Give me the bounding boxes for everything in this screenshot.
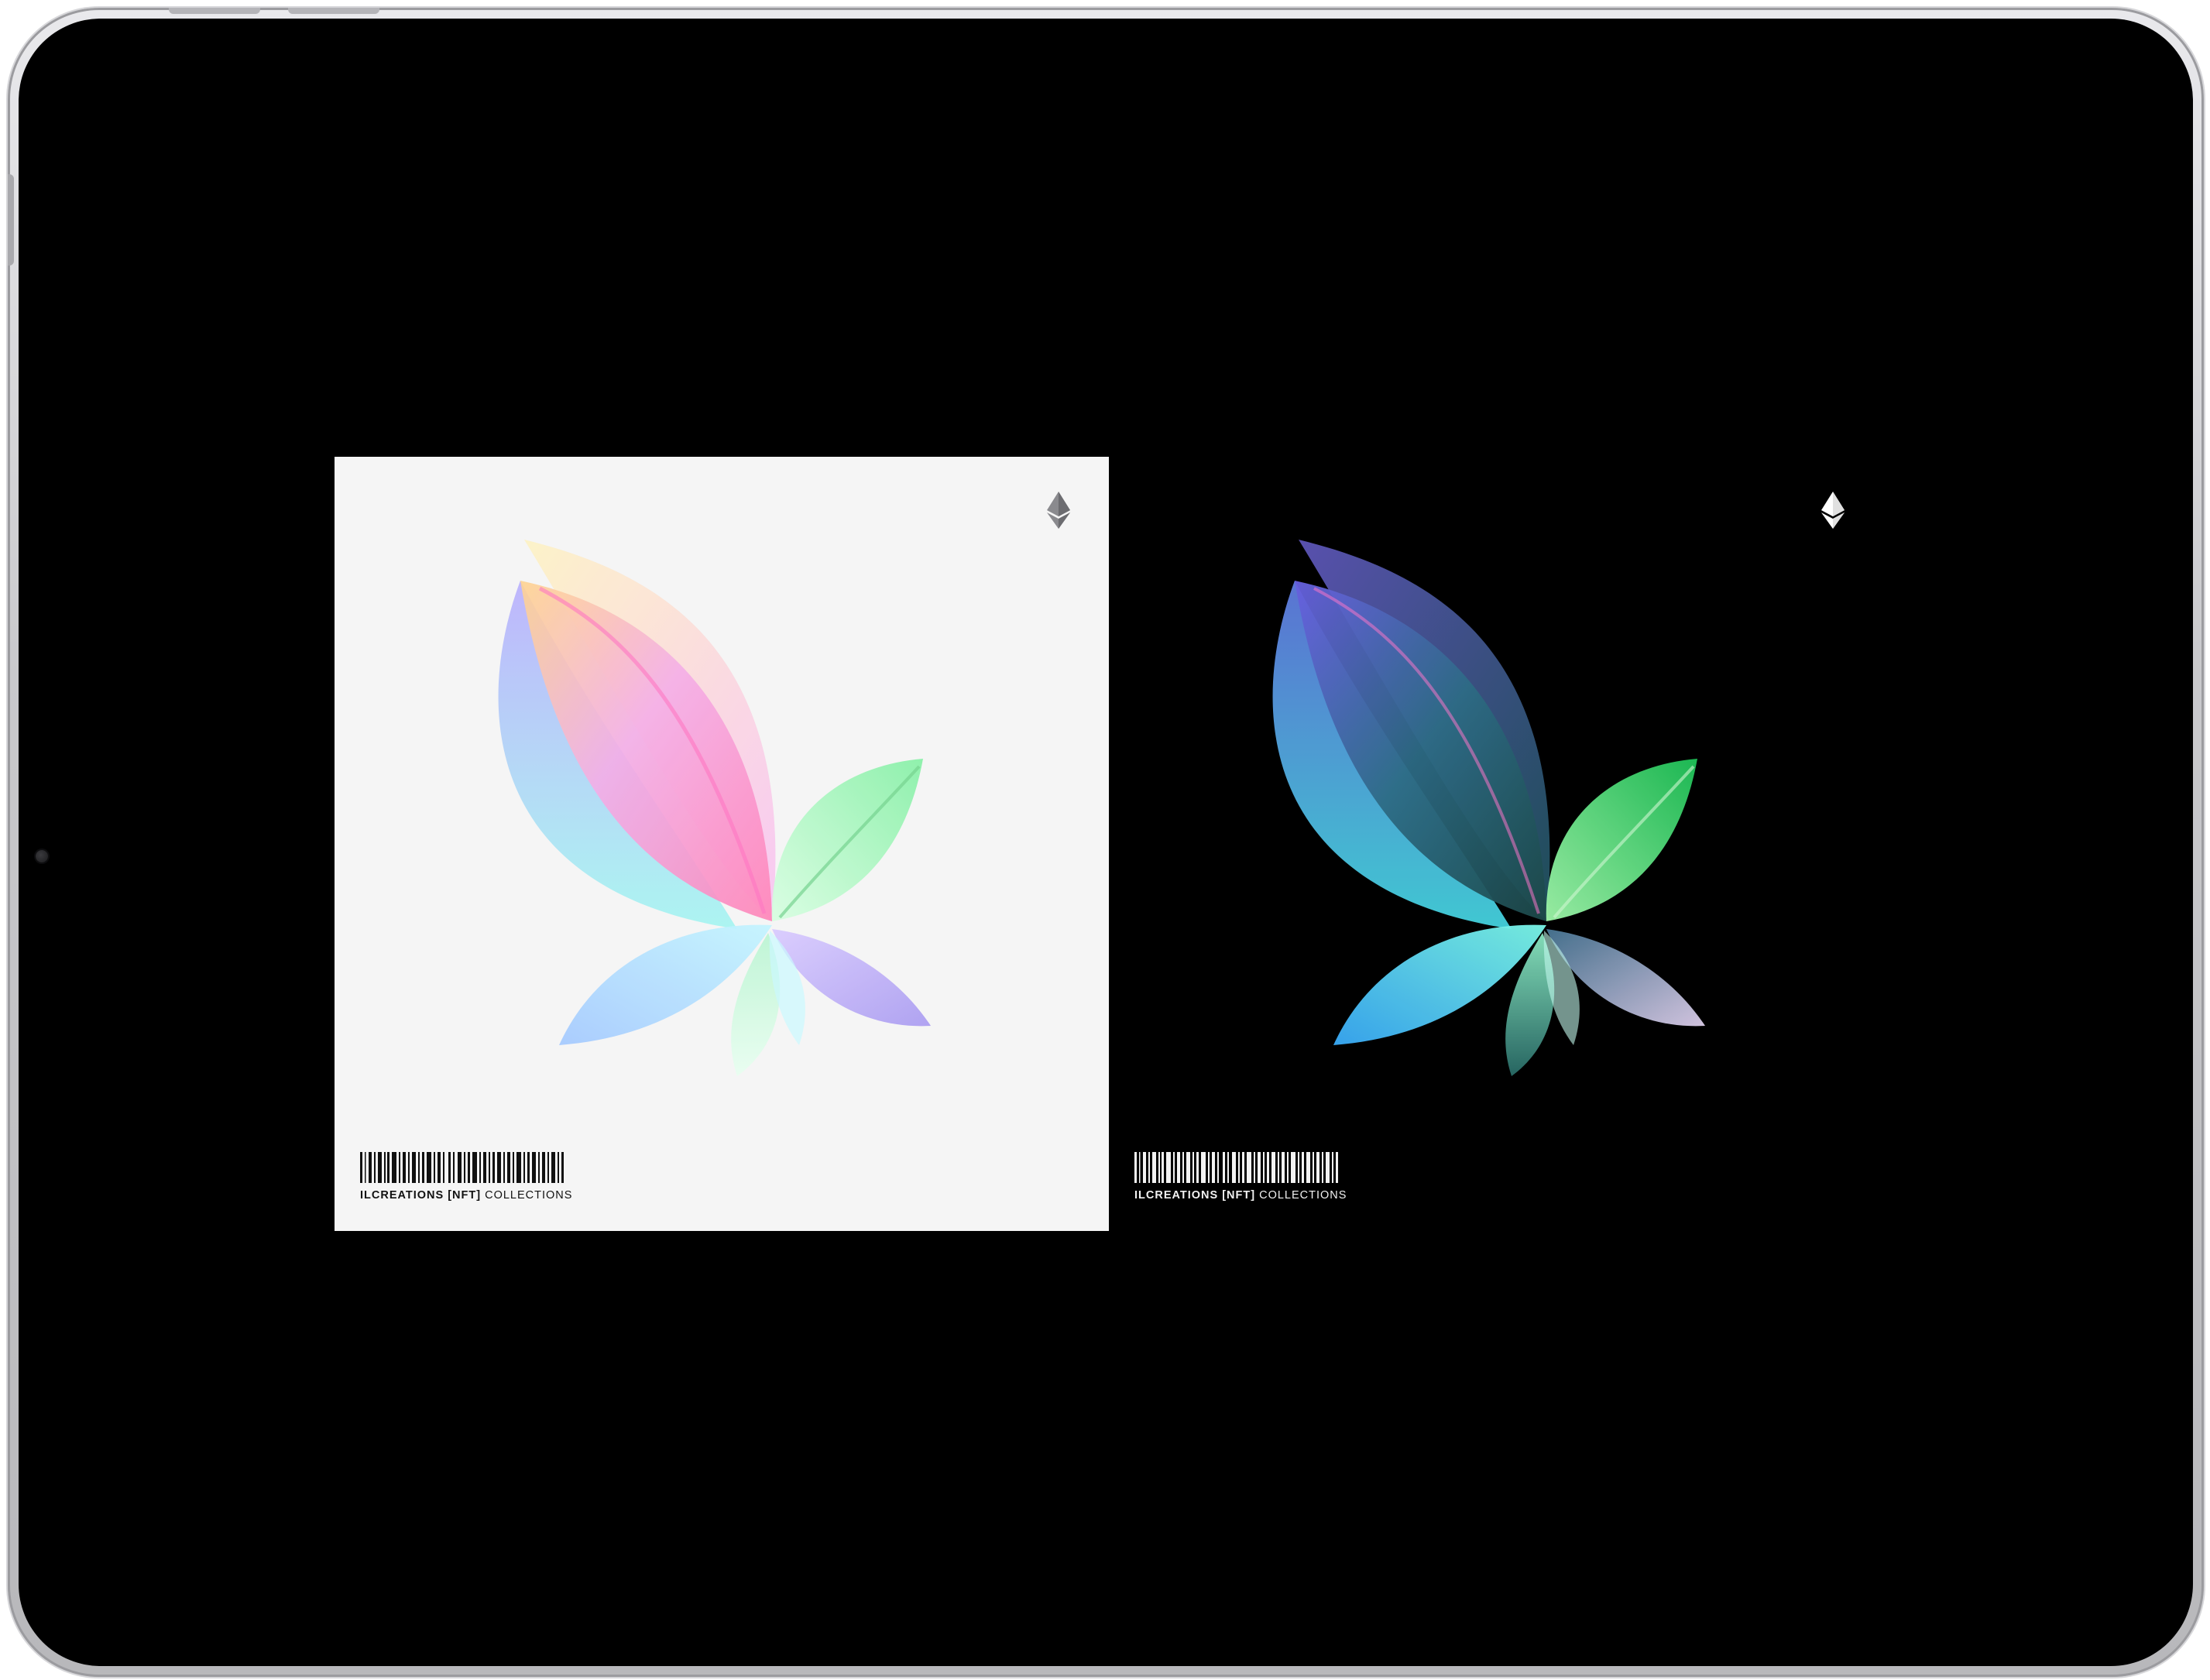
collection-brand: ILCREATIONS [NFT] <box>1134 1189 1256 1202</box>
collection-caption: ILCREATIONS [NFT] COLLECTIONS <box>1134 1189 1347 1202</box>
barcode-graphic <box>1134 1152 1338 1183</box>
collection-label: ILCREATIONS [NFT] COLLECTIONS <box>360 1152 572 1202</box>
nft-card-light[interactable]: ILCREATIONS [NFT] COLLECTIONS <box>335 457 1109 1231</box>
volume-up-button <box>169 8 260 14</box>
front-camera <box>36 850 48 862</box>
screen: ILCREATIONS [NFT] COLLECTIONS ILCREATION… <box>19 19 2193 1666</box>
power-button <box>8 174 14 266</box>
tablet-device: ILCREATIONS [NFT] COLLECTIONS ILCREATION… <box>8 8 2204 1677</box>
volume-down-button <box>288 8 379 14</box>
ethereum-icon <box>1047 492 1070 529</box>
collection-sub: COLLECTIONS <box>1259 1189 1347 1202</box>
collection-brand: ILCREATIONS [NFT] <box>360 1189 482 1202</box>
leaf-artwork <box>498 540 931 1076</box>
collection-label: ILCREATIONS [NFT] COLLECTIONS <box>1134 1152 1347 1202</box>
barcode-graphic <box>360 1152 564 1183</box>
collection-sub: COLLECTIONS <box>485 1189 573 1202</box>
leaf-artwork <box>1272 540 1705 1076</box>
collection-caption: ILCREATIONS [NFT] COLLECTIONS <box>360 1189 572 1202</box>
ethereum-icon <box>1821 492 1845 529</box>
nft-card-dark[interactable]: ILCREATIONS [NFT] COLLECTIONS <box>1109 457 1883 1231</box>
